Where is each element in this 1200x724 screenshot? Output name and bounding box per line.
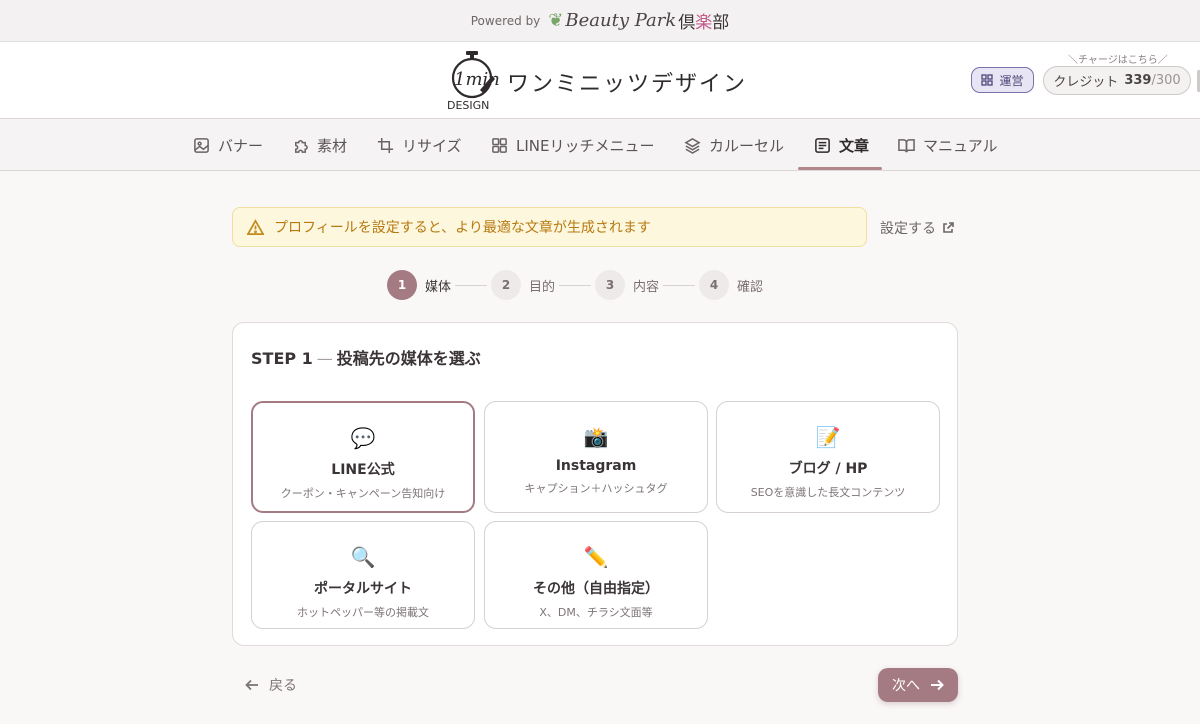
- tab-banner[interactable]: バナー: [193, 119, 263, 171]
- beauty-park-logo[interactable]: ❦ Beauty Park 倶楽部: [548, 8, 729, 33]
- external-link-icon: [943, 222, 954, 233]
- tab-manual-label: マニュアル: [923, 136, 998, 155]
- step-4-label: 確認: [737, 279, 764, 295]
- panel-title-text: 投稿先の媒体を選ぶ: [336, 349, 481, 368]
- step-3-number: 3: [595, 270, 626, 300]
- powered-by-bar: Powered by ❦ Beauty Park 倶楽部: [0, 0, 1200, 42]
- tab-carousel[interactable]: カルーセル: [684, 119, 784, 171]
- camera-icon: 📸: [583, 425, 609, 449]
- media-option-title: Instagram: [555, 458, 637, 474]
- media-option-subtitle: キャプション＋ハッシュタグ: [524, 482, 668, 495]
- step-1-label: 媒体: [425, 279, 452, 295]
- step-2-number: 2: [491, 270, 522, 300]
- arrow-left-icon: [245, 679, 258, 691]
- tab-line-rich-menu-label: LINEリッチメニュー: [516, 136, 655, 155]
- charge-note[interactable]: ＼チャージはこちら／: [1068, 51, 1168, 66]
- grid-icon: [492, 137, 507, 153]
- image-icon: [194, 137, 209, 153]
- brand-kanji-3: 部: [712, 13, 730, 33]
- active-tab-indicator: [798, 167, 882, 170]
- book-icon: [898, 138, 915, 152]
- warning-icon: [247, 218, 264, 235]
- step-3: 3 内容: [595, 270, 659, 300]
- tab-material-label: 素材: [317, 136, 348, 155]
- step-connector: [559, 284, 592, 286]
- crop-icon: [377, 137, 394, 153]
- grid-icon: [981, 74, 994, 86]
- credit-button[interactable]: クレジット 339/300: [1043, 66, 1191, 95]
- step-3-label: 内容: [633, 279, 660, 295]
- memo-icon: 📝: [815, 425, 841, 449]
- media-option-blog[interactable]: 📝 ブログ / HP SEOを意識した長文コンテンツ: [716, 401, 940, 513]
- admin-label: 運営: [999, 73, 1024, 88]
- title-dash: —: [316, 349, 333, 368]
- step-connector: [663, 284, 696, 286]
- media-option-title: その他（自由指定）: [533, 581, 659, 597]
- media-option-instagram[interactable]: 📸 Instagram キャプション＋ハッシュタグ: [484, 401, 708, 513]
- leaf-icon: ❦: [548, 10, 564, 31]
- step-connector: [455, 284, 488, 286]
- tab-text-label: 文章: [839, 136, 870, 155]
- media-option-subtitle: SEOを意識した長文コンテンツ: [750, 486, 906, 499]
- panel-title: STEP 1— 投稿先の媒体を選ぶ: [251, 345, 481, 369]
- brand-latin: Beauty Park: [565, 10, 677, 31]
- media-option-line[interactable]: 💬 LINE公式 クーポン・キャンペーン告知向け: [251, 401, 475, 513]
- tab-text[interactable]: 文章: [814, 119, 869, 171]
- powered-by-label: Powered by: [470, 13, 541, 28]
- media-option-portal[interactable]: 🔍 ポータルサイト ホットペッパー等の掲載文: [251, 521, 475, 629]
- tab-resize-label: リサイズ: [402, 136, 462, 155]
- profile-alert: プロフィールを設定すると、より最適な文章が生成されます: [232, 207, 867, 247]
- tab-material[interactable]: 素材: [292, 119, 347, 171]
- media-option-subtitle: X、DM、チラシ文面等: [539, 606, 653, 619]
- next-button[interactable]: 次へ: [878, 668, 958, 702]
- step-indicator: 1 媒体 2 目的 3 内容 4 確認: [387, 269, 763, 301]
- puzzle-icon: [295, 139, 308, 153]
- step-2-label: 目的: [529, 279, 556, 295]
- brand-kanji-2: 楽: [695, 13, 713, 33]
- credit-max: /300: [1151, 73, 1181, 88]
- pencil-icon: ✏️: [583, 545, 609, 569]
- settings-link-label: 設定する: [880, 221, 936, 237]
- next-label: 次へ: [892, 678, 920, 694]
- stopwatch-logo-icon[interactable]: 1min DESIGN: [444, 50, 500, 112]
- step-4: 4 確認: [699, 270, 763, 300]
- settings-link[interactable]: 設定する: [880, 218, 954, 238]
- step-label: STEP 1: [251, 349, 313, 368]
- media-option-subtitle: ホットペッパー等の掲載文: [297, 606, 429, 619]
- media-selection-panel: STEP 1— 投稿先の媒体を選ぶ 💬 LINE公式 クーポン・キャンペーン告知向…: [232, 322, 958, 646]
- logo-text-bottom: DESIGN: [447, 99, 489, 112]
- back-label: 戻る: [269, 678, 297, 694]
- admin-button[interactable]: 運営: [971, 67, 1034, 93]
- tab-resize[interactable]: リサイズ: [377, 119, 462, 171]
- back-button[interactable]: 戻る: [245, 675, 297, 695]
- app-title: ワンミニッツデザイン: [507, 72, 748, 97]
- document-icon: [815, 137, 830, 153]
- step-1: 1 媒体: [387, 270, 451, 300]
- step-2: 2 目的: [491, 270, 555, 300]
- layers-icon: [684, 137, 701, 154]
- media-option-title: ポータルサイト: [314, 581, 412, 597]
- tab-line-rich-menu[interactable]: LINEリッチメニュー: [491, 119, 654, 171]
- media-option-title: ブログ / HP: [788, 461, 868, 477]
- speech-bubble-icon: 💬: [350, 426, 376, 450]
- tab-banner-label: バナー: [218, 136, 264, 155]
- step-4-number: 4: [699, 270, 730, 300]
- credit-label: クレジット: [1053, 75, 1119, 90]
- brand-kanji: 倶楽部: [678, 8, 729, 33]
- profile-alert-message: プロフィールを設定すると、より最適な文章が生成されます: [274, 220, 651, 236]
- brand-kanji-1: 倶: [678, 13, 696, 33]
- tab-manual[interactable]: マニュアル: [898, 119, 998, 171]
- media-option-other[interactable]: ✏️ その他（自由指定） X、DM、チラシ文面等: [484, 521, 708, 629]
- credit-value: 339: [1124, 73, 1152, 88]
- app-header: 1min DESIGN ワンミニッツデザイン ＼チャージはこちら／ 運営 クレジ…: [0, 42, 1200, 119]
- media-option-title: LINE公式: [331, 462, 395, 478]
- arrow-right-icon: [931, 679, 944, 691]
- media-option-subtitle: クーポン・キャンペーン告知向け: [280, 487, 446, 500]
- tab-carousel-label: カルーセル: [709, 136, 785, 155]
- magnifier-icon: 🔍: [350, 545, 376, 569]
- step-1-number: 1: [387, 270, 417, 300]
- main-nav: バナー 素材 リサイズ LINEリッチメニュー カルーセル 文章 マニュアル: [0, 119, 1200, 171]
